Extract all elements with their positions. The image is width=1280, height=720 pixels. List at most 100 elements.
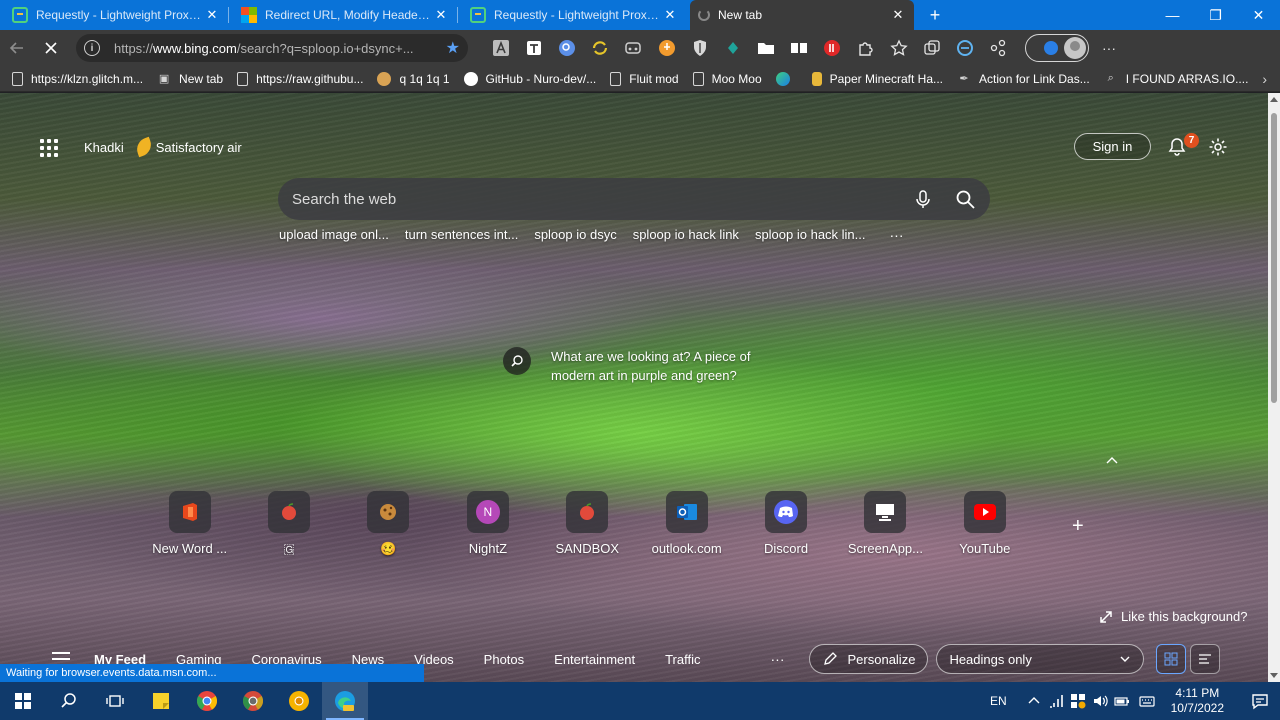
close-tab-icon[interactable]: ✕ <box>890 7 906 23</box>
action-center-button[interactable] <box>1240 682 1280 720</box>
like-background-link[interactable]: Like this background? <box>1099 609 1247 624</box>
quick-link-tile[interactable]: 🥴 <box>339 491 438 557</box>
bookmark-item[interactable]: Paper Minecraft Ha... <box>811 71 943 86</box>
bookmark-item[interactable]: GitHub - Nuro-dev/... <box>463 71 596 86</box>
list-view-button[interactable] <box>1190 644 1221 674</box>
battery-icon[interactable] <box>1114 693 1130 709</box>
bookmark-item[interactable]: https://raw.githubu... <box>237 71 363 86</box>
quick-link-tile[interactable]: New Word ... <box>140 491 239 557</box>
page-scrollbar[interactable] <box>1268 93 1280 682</box>
tab-requestly-2[interactable]: Requestly - Lightweight Proxy to ✕ <box>462 0 686 30</box>
suggestion-link[interactable]: sploop io hack lin... <box>755 227 866 243</box>
bookmark-item[interactable]: ✒ Action for Link Das... <box>957 72 1089 86</box>
apps-grid-icon[interactable] <box>40 139 58 157</box>
keyboard-icon[interactable] <box>1136 693 1158 709</box>
tab-redirect-url[interactable]: Redirect URL, Modify Headers & ✕ <box>233 0 457 30</box>
chevron-up-icon[interactable] <box>1104 453 1120 469</box>
weather-widget[interactable]: Khadki Satisfactory air <box>84 136 242 158</box>
sticky-notes-app[interactable] <box>138 682 184 720</box>
suggestion-link[interactable]: upload image onl... <box>279 227 389 243</box>
puzzle-extensions-icon[interactable] <box>854 36 878 60</box>
tab-entertainment[interactable]: Entertainment <box>554 652 635 667</box>
chrome-dev-app[interactable] <box>230 682 276 720</box>
close-tab-icon[interactable]: ✕ <box>204 7 220 23</box>
visual-search-icon[interactable] <box>503 347 531 375</box>
task-view-button[interactable] <box>92 682 138 720</box>
language-indicator[interactable]: EN <box>990 694 1007 708</box>
quick-link-tile[interactable]: ScreenApp... <box>836 491 935 557</box>
add-quick-link-button[interactable]: + <box>1072 515 1084 538</box>
quick-link-tile[interactable]: 🇬 <box>239 491 338 557</box>
sign-in-button[interactable]: Sign in <box>1074 133 1151 160</box>
close-tab-icon[interactable]: ✕ <box>433 7 449 23</box>
close-window-button[interactable]: ✕ <box>1237 0 1280 30</box>
scroll-up-icon[interactable] <box>1270 97 1278 102</box>
close-tab-icon[interactable]: ✕ <box>662 7 678 23</box>
stop-loading-button[interactable] <box>34 33 68 63</box>
bookmark-item[interactable]: https://klzn.glitch.m... <box>12 71 143 86</box>
search-extension-icon[interactable] <box>555 36 579 60</box>
folder-extension-icon[interactable] <box>754 36 778 60</box>
layout-dropdown[interactable]: Headings only <box>936 644 1145 674</box>
personalize-button[interactable]: Personalize <box>808 644 929 674</box>
red-extension-icon[interactable] <box>820 36 844 60</box>
font-extension-icon[interactable] <box>489 36 513 60</box>
bookmark-item[interactable]: Moo Moo <box>692 71 762 86</box>
bookmark-item[interactable]: ⌕ I FOUND ARRAS.IO.... <box>1104 72 1249 86</box>
back-button[interactable] <box>0 33 34 63</box>
address-bar[interactable]: i https://www.bing.com/search?q=sploop.i… <box>76 34 468 62</box>
chrome-app[interactable] <box>184 682 230 720</box>
windows-update-icon[interactable] <box>1070 693 1086 709</box>
more-suggestions-button[interactable]: ··· <box>890 227 904 243</box>
web-search-box[interactable]: Search the web <box>278 178 990 220</box>
background-caption[interactable]: What are we looking at? A piece of moder… <box>503 347 771 385</box>
scroll-thumb[interactable] <box>1271 113 1277 403</box>
tab-new-tab[interactable]: New tab ✕ <box>690 0 914 30</box>
search-icon[interactable] <box>954 188 976 210</box>
search-input[interactable]: Search the web <box>292 191 892 208</box>
gamepad-extension-icon[interactable] <box>621 36 645 60</box>
suggestion-link[interactable]: turn sentences int... <box>405 227 518 243</box>
tab-traffic[interactable]: Traffic <box>665 652 700 667</box>
new-tab-button[interactable]: + <box>920 0 950 30</box>
bookmark-item-edge[interactable] <box>775 71 798 86</box>
speaker-icon[interactable] <box>1092 693 1108 709</box>
chevron-right-icon[interactable]: › <box>1262 71 1267 87</box>
quick-link-tile[interactable]: SANDBOX <box>538 491 637 557</box>
taskbar-clock[interactable]: 4:11 PM 10/7/2022 <box>1171 686 1224 716</box>
quick-link-tile[interactable]: Discord <box>736 491 835 557</box>
site-info-icon[interactable]: i <box>84 40 100 56</box>
profile-button[interactable] <box>1025 34 1089 62</box>
edge-canary-app[interactable] <box>322 682 368 720</box>
bookmark-item[interactable]: ▣ New tab <box>157 72 223 86</box>
quick-link-tile[interactable]: YouTube <box>935 491 1034 557</box>
scroll-down-icon[interactable] <box>1270 673 1278 678</box>
suggestion-link[interactable]: sploop io hack link <box>633 227 739 243</box>
start-button[interactable] <box>0 682 46 720</box>
reader-extension-icon[interactable] <box>787 36 811 60</box>
suggestion-link[interactable]: sploop io dsyc <box>534 227 616 243</box>
microphone-icon[interactable] <box>912 188 934 210</box>
bookmark-item[interactable]: Fluit mod <box>610 71 679 86</box>
favorites-icon[interactable] <box>887 36 911 60</box>
collections-icon[interactable] <box>920 36 944 60</box>
favorite-star-icon[interactable]: ★ <box>446 38 460 58</box>
grid-view-button[interactable] <box>1156 644 1187 674</box>
share-extension-icon[interactable] <box>986 36 1010 60</box>
tab-requestly-1[interactable]: Requestly - Lightweight Proxy to ✕ <box>4 0 228 30</box>
maximize-button[interactable]: ❐ <box>1194 0 1237 30</box>
edge-extension-icon[interactable] <box>953 36 977 60</box>
orange-extension-icon[interactable] <box>655 36 679 60</box>
more-feed-tabs-button[interactable]: ··· <box>771 651 785 667</box>
tab-photos[interactable]: Photos <box>484 652 524 667</box>
bookmark-item[interactable]: q 1q 1q 1 <box>377 71 450 86</box>
quick-link-tile[interactable]: outlook.com <box>637 491 736 557</box>
settings-and-more-button[interactable]: ··· <box>1095 40 1123 56</box>
taskbar-search-button[interactable] <box>46 682 92 720</box>
sync-extension-icon[interactable] <box>588 36 612 60</box>
chrome-canary-app[interactable] <box>276 682 322 720</box>
minimize-button[interactable]: — <box>1151 0 1194 30</box>
text-extension-icon[interactable] <box>522 36 546 60</box>
chevron-up-icon[interactable] <box>1026 693 1042 709</box>
diamond-extension-icon[interactable] <box>721 36 745 60</box>
